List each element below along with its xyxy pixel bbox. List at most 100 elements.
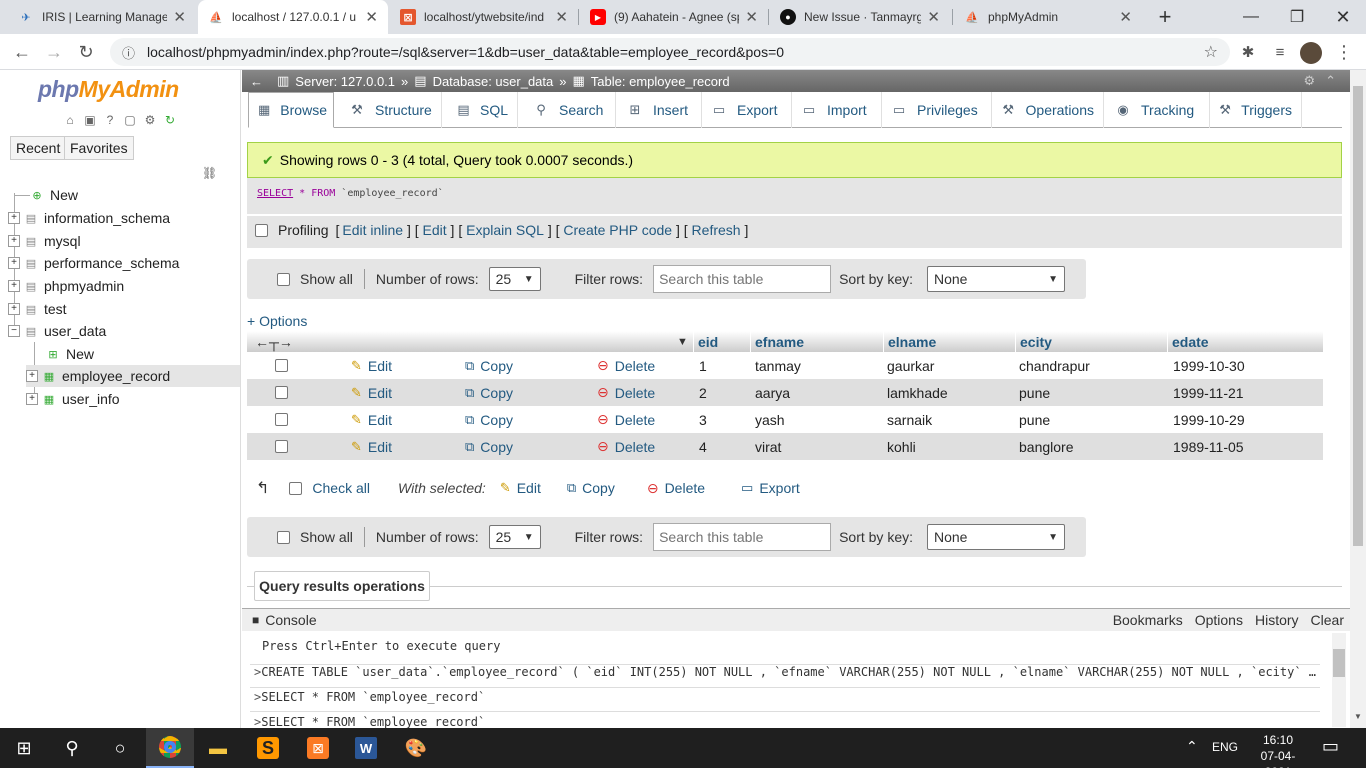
clock[interactable]: 16:10 07-04-2021 <box>1250 732 1306 780</box>
minimize-icon[interactable]: — <box>1228 0 1274 34</box>
close-icon[interactable]: ✕ <box>365 8 378 26</box>
cell-edate[interactable]: 1999-10-30 <box>1173 352 1245 379</box>
cell-ecity[interactable]: pune <box>1019 406 1050 433</box>
rows-select[interactable]: 25 ▼ <box>488 267 541 291</box>
restore-icon[interactable]: ❐ <box>1274 0 1320 34</box>
expand-icon[interactable]: + <box>8 257 20 269</box>
console-toggle[interactable]: Console <box>265 612 316 628</box>
console-options-link[interactable]: Options <box>1189 612 1249 628</box>
settings-icon[interactable]: ⚙ <box>1303 73 1315 89</box>
filter-rows-input[interactable]: Search this table <box>653 265 832 293</box>
tree-item-new-table[interactable]: ⊞ New <box>34 343 94 365</box>
close-window-icon[interactable]: ✕ <box>1320 0 1366 34</box>
sort-by-key-select[interactable]: None ▼ <box>927 266 1065 292</box>
cell-eid[interactable]: 1 <box>699 352 707 379</box>
row-checkbox[interactable] <box>275 440 288 453</box>
console-bookmarks-link[interactable]: Bookmarks <box>1107 612 1189 628</box>
tab-search[interactable]: ⚲ Search <box>524 92 616 128</box>
tree-item-information-schema[interactable]: + ▤ information_schema <box>8 207 170 229</box>
explain-sql-link[interactable]: Explain SQL <box>466 222 544 238</box>
edit-link[interactable]: ✎ Edit <box>351 406 392 433</box>
cell-edate[interactable]: 1999-11-21 <box>1173 379 1244 406</box>
xampp-icon[interactable]: ⊠ <box>294 728 342 768</box>
collapse-arrow-icon[interactable]: ← <box>250 74 263 89</box>
tree-item-user-data[interactable]: − ▤ user_data <box>8 320 106 342</box>
cell-edate[interactable]: 1999-10-29 <box>1173 406 1245 433</box>
extensions-icon[interactable]: ✱ <box>1234 38 1262 66</box>
bulk-edit-button[interactable]: ✎ Edit <box>500 480 541 496</box>
cell-eid[interactable]: 2 <box>699 379 707 406</box>
breadcrumb-table[interactable]: Table: employee_record <box>591 74 730 89</box>
column-resize-icon[interactable]: ←┬→ <box>251 331 297 352</box>
new-tab-button[interactable]: + <box>1152 4 1178 30</box>
sort-icon[interactable]: ▼ <box>673 331 693 352</box>
expand-icon[interactable]: + <box>8 235 20 247</box>
create-php-code-link[interactable]: Create PHP code <box>563 222 672 238</box>
options-link[interactable]: + Options <box>247 313 307 329</box>
tab-sql[interactable]: ▤ SQL <box>448 92 518 128</box>
delete-link[interactable]: ⊖ Delete <box>597 433 655 460</box>
console-history-item[interactable]: >CREATE TABLE `user_data`.`employee_reco… <box>254 665 1320 679</box>
chrome-icon[interactable] <box>146 728 194 768</box>
sublime-text-icon[interactable]: S <box>244 728 292 768</box>
console-scrollbar[interactable] <box>1332 633 1346 727</box>
tab-operations[interactable]: ⚒ Operations <box>992 92 1104 128</box>
link-icon[interactable]: ⛓ <box>202 166 217 180</box>
browser-tab[interactable]: ● New Issue · Tanmayrg1! ✕ <box>770 0 950 34</box>
rows-select[interactable]: 25 ▼ <box>488 525 541 549</box>
edit-link[interactable]: Edit <box>423 222 447 238</box>
show-all-checkbox[interactable] <box>277 530 290 544</box>
close-icon[interactable]: ✕ <box>1119 8 1132 26</box>
expand-icon[interactable]: + <box>8 280 20 292</box>
close-icon[interactable]: ✕ <box>927 8 940 26</box>
scrollbar-thumb[interactable] <box>1353 86 1363 546</box>
paint-icon[interactable]: 🎨 <box>392 728 440 768</box>
edit-link[interactable]: ✎ Edit <box>351 379 392 406</box>
column-header-edate[interactable]: edate <box>1167 331 1323 352</box>
copy-link[interactable]: ⧉ Copy <box>465 352 513 379</box>
console-clear-link[interactable]: Clear <box>1305 612 1350 628</box>
bookmark-star-icon[interactable]: ☆ <box>1204 42 1218 62</box>
copy-link[interactable]: ⧉ Copy <box>465 406 513 433</box>
cell-elname[interactable]: gaurkar <box>887 352 934 379</box>
cell-eid[interactable]: 4 <box>699 433 707 460</box>
info-icon[interactable]: ⓘ <box>122 43 135 62</box>
delete-link[interactable]: ⊖ Delete <box>597 406 655 433</box>
tab-privileges[interactable]: ▭ Privileges <box>882 92 992 128</box>
settings-icon[interactable]: ⚙ <box>142 112 158 128</box>
cell-efname[interactable]: tanmay <box>755 352 801 379</box>
console-history-item[interactable]: >SELECT * FROM `employee_record` <box>254 690 485 704</box>
edit-inline-link[interactable]: Edit inline <box>342 222 403 238</box>
docs-icon[interactable]: ▢ <box>122 112 138 128</box>
close-icon[interactable]: ✕ <box>745 8 758 26</box>
tab-import[interactable]: ▭ Import <box>792 92 882 128</box>
show-all-checkbox[interactable] <box>277 272 290 286</box>
search-icon[interactable]: ⚲ <box>48 728 96 768</box>
sql-query-text[interactable]: SELECT * FROM `employee_record` <box>257 188 444 199</box>
column-header-eid[interactable]: eid <box>693 331 750 352</box>
tab-browse[interactable]: ▦ Browse <box>248 92 334 128</box>
media-icon[interactable]: ≡ <box>1266 38 1294 66</box>
tree-item-test[interactable]: + ▤ test <box>8 298 67 320</box>
cell-ecity[interactable]: chandrapur <box>1019 352 1090 379</box>
tree-item-user-info[interactable]: + ▦ user_info <box>26 388 120 410</box>
expand-icon[interactable]: + <box>8 303 20 315</box>
breadcrumb-server[interactable]: Server: 127.0.0.1 <box>295 74 395 89</box>
copy-link[interactable]: ⧉ Copy <box>465 433 513 460</box>
refresh-link[interactable]: Refresh <box>692 222 741 238</box>
check-all-checkbox[interactable] <box>289 481 303 495</box>
favorites-button[interactable]: Favorites <box>64 136 134 160</box>
back-icon[interactable]: ← <box>8 38 36 66</box>
column-header-efname[interactable]: efname <box>750 331 883 352</box>
scrollbar-thumb[interactable] <box>1333 649 1345 677</box>
close-icon[interactable]: ✕ <box>555 8 568 26</box>
sort-by-key-select[interactable]: None ▼ <box>927 524 1065 550</box>
check-all-label[interactable]: Check all <box>312 480 370 496</box>
recent-button[interactable]: Recent <box>10 136 67 160</box>
help-icon[interactable]: ? <box>102 112 118 128</box>
filter-rows-input[interactable]: Search this table <box>653 523 832 551</box>
cell-ecity[interactable]: pune <box>1019 379 1050 406</box>
page-scrollbar[interactable]: ▼ <box>1350 70 1366 728</box>
windows-start-icon[interactable]: ⊞ <box>0 728 48 768</box>
cell-efname[interactable]: yash <box>755 406 785 433</box>
